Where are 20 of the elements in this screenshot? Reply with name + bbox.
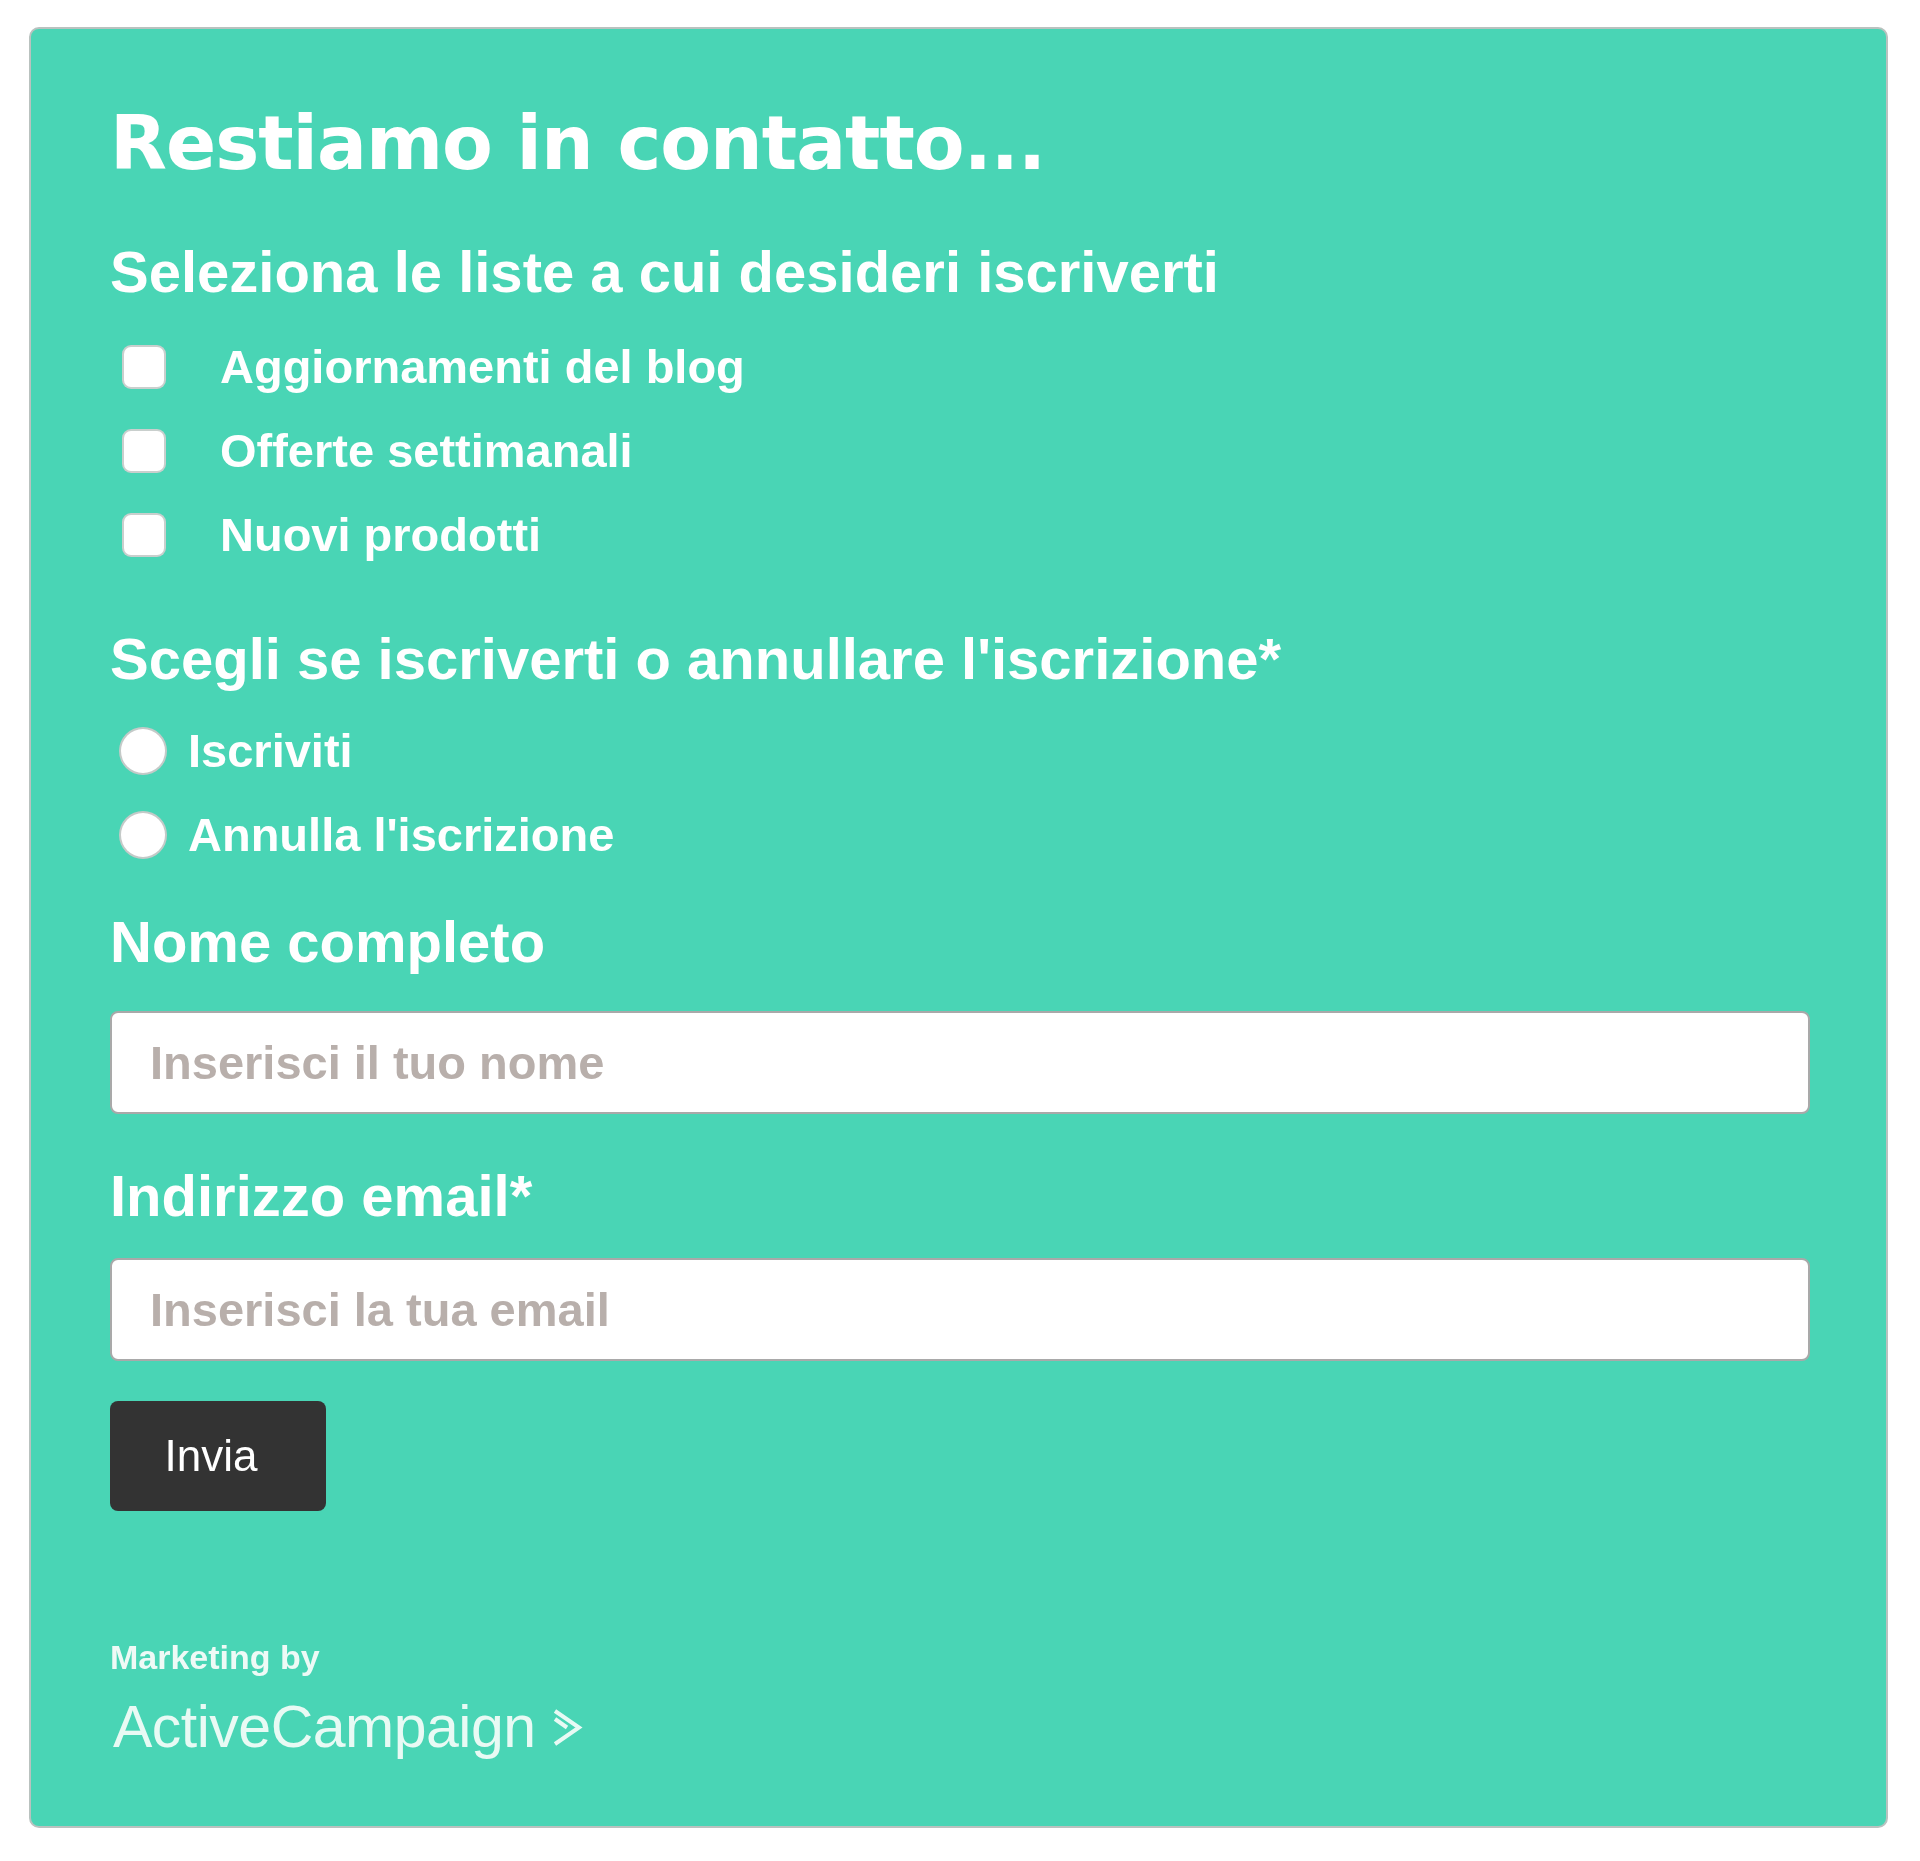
brand-logo-text[interactable]: ActiveCampaign [113,1697,536,1757]
lists-heading: Seleziona le liste a cui desideri iscriverti [110,240,1219,304]
input-field[interactable]: Inserisci la tua email [110,1258,1810,1361]
form-title: Restiamo in contatto... [110,103,1046,183]
checkbox-label[interactable]: Aggiornamenti del blog [220,337,745,397]
radio-label[interactable]: Iscriviti [188,721,353,781]
submit-button[interactable]: Invia [110,1401,326,1511]
field-label: Indirizzo email* [110,1164,533,1228]
subscription-heading: Scegli se iscriverti o annullare l'iscrizione* [110,627,1282,691]
radio-button[interactable] [121,729,165,773]
checkbox[interactable] [124,347,164,387]
radio-label[interactable]: Annulla l'iscrizione [188,805,615,865]
field-label: Nome completo [110,910,546,974]
checkbox[interactable] [124,431,164,471]
input-field[interactable]: Inserisci il tuo nome [110,1011,1810,1114]
checkbox-label[interactable]: Nuovi prodotti [220,505,542,565]
radio-button[interactable] [121,813,165,857]
checkbox-label[interactable]: Offerte settimanali [220,421,633,481]
checkbox[interactable] [124,515,164,555]
marketing-by-text: Marketing by [110,1637,320,1677]
